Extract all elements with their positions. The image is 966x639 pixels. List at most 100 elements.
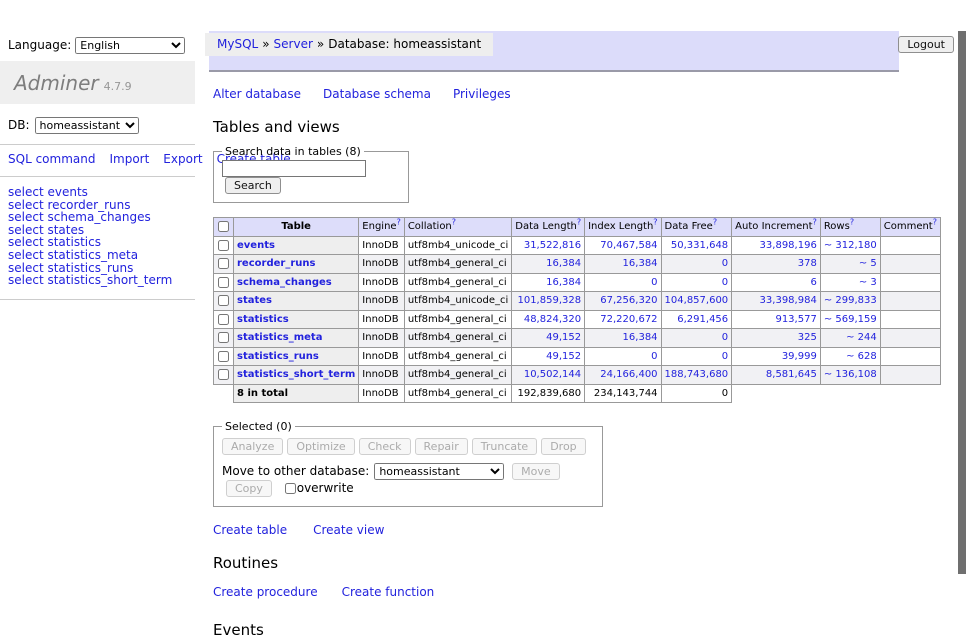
rows-count-link[interactable]: ~ 569,159 xyxy=(824,314,877,325)
table-name-link[interactable]: statistics xyxy=(237,314,289,325)
data-length-link[interactable]: 16,384 xyxy=(546,258,581,269)
column-help-link[interactable]: ? xyxy=(813,218,817,227)
table-name-link[interactable]: statistics_meta xyxy=(237,332,322,343)
routine-link[interactable]: Create function xyxy=(342,585,435,599)
index-length-link[interactable]: 67,256,320 xyxy=(600,295,657,306)
selected-action-button[interactable]: Truncate xyxy=(472,438,537,455)
table-name-link[interactable]: statistics_runs xyxy=(237,351,319,362)
database-nav-link[interactable]: Privileges xyxy=(453,87,511,101)
auto-increment-link[interactable]: 378 xyxy=(798,258,817,269)
breadcrumb-mysql-link[interactable]: MySQL xyxy=(217,37,258,51)
auto-increment-link[interactable]: 33,898,196 xyxy=(760,240,817,251)
logout-button[interactable]: Logout xyxy=(898,36,954,53)
rows-count-link[interactable]: ~ 3 xyxy=(859,277,877,288)
auto-increment-link[interactable]: 6 xyxy=(810,277,816,288)
column-help-link[interactable]: ? xyxy=(933,218,937,227)
column-help-link[interactable]: ? xyxy=(850,218,854,227)
move-db-select[interactable]: homeassistant xyxy=(374,463,504,480)
selected-action-button[interactable]: Optimize xyxy=(287,438,354,455)
sidebar-action-link[interactable]: Import xyxy=(109,152,149,166)
row-checkbox[interactable] xyxy=(218,258,229,269)
row-checkbox[interactable] xyxy=(218,277,229,288)
column-header: Auto Increment? xyxy=(732,218,821,237)
index-length-link[interactable]: 0 xyxy=(651,351,657,362)
database-nav-link[interactable]: Alter database xyxy=(213,87,301,101)
selected-action-button[interactable]: Repair xyxy=(415,438,468,455)
table-name-link[interactable]: recorder_runs xyxy=(237,258,315,269)
index-length-link[interactable]: 24,166,400 xyxy=(600,369,657,380)
sidebar-action-link[interactable]: SQL command xyxy=(8,152,95,166)
auto-increment-link[interactable]: 39,999 xyxy=(782,351,817,362)
sidebar-table-link[interactable]: select statistics_meta xyxy=(8,249,195,262)
language-select[interactable]: English xyxy=(75,37,185,54)
sidebar-table-link[interactable]: select events xyxy=(8,186,195,199)
data-free-link[interactable]: 50,331,648 xyxy=(671,240,728,251)
rows-count-link[interactable]: ~ 312,180 xyxy=(824,240,877,251)
row-checkbox[interactable] xyxy=(218,295,229,306)
move-button[interactable]: Move xyxy=(512,463,560,480)
index-length-link[interactable]: 70,467,584 xyxy=(600,240,657,251)
selected-action-button[interactable]: Analyze xyxy=(222,438,283,455)
create-link[interactable]: Create table xyxy=(213,523,287,537)
database-nav-link[interactable]: Database schema xyxy=(323,87,431,101)
auto-increment-link[interactable]: 913,577 xyxy=(775,314,816,325)
selected-action-button[interactable]: Check xyxy=(359,438,411,455)
index-length-link[interactable]: 0 xyxy=(651,277,657,288)
table-name-link[interactable]: events xyxy=(237,240,275,251)
sidebar-table-link[interactable]: select statistics_short_term xyxy=(8,274,195,287)
rows-count-link[interactable]: ~ 299,833 xyxy=(824,295,877,306)
data-free-link[interactable]: 0 xyxy=(722,351,728,362)
row-checkbox[interactable] xyxy=(218,314,229,325)
auto-increment-link[interactable]: 8,581,645 xyxy=(766,369,817,380)
overwrite-checkbox[interactable] xyxy=(285,483,296,494)
db-select[interactable]: homeassistant xyxy=(35,117,139,134)
data-free-link[interactable]: 104,857,600 xyxy=(665,295,729,306)
data-length-link[interactable]: 31,522,816 xyxy=(524,240,581,251)
search-input[interactable] xyxy=(222,160,366,177)
data-length-link[interactable]: 48,824,320 xyxy=(524,314,581,325)
data-length-link[interactable]: 10,502,144 xyxy=(524,369,581,380)
rows-count-link[interactable]: ~ 628 xyxy=(846,351,877,362)
data-length-link[interactable]: 49,152 xyxy=(546,351,581,362)
breadcrumb-server-link[interactable]: Server xyxy=(274,37,313,51)
collation-cell: utf8mb4_unicode_ci xyxy=(404,236,511,255)
row-checkbox[interactable] xyxy=(218,332,229,343)
rows-count-link[interactable]: ~ 244 xyxy=(846,332,877,343)
data-length-link[interactable]: 101,859,328 xyxy=(517,295,581,306)
auto-increment-link[interactable]: 33,398,984 xyxy=(760,295,817,306)
auto-increment-cell: 325 xyxy=(732,329,821,348)
data-free-link[interactable]: 0 xyxy=(722,258,728,269)
table-name-link[interactable]: states xyxy=(237,295,272,306)
selected-action-button[interactable]: Drop xyxy=(541,438,585,455)
rows-count-link[interactable]: ~ 136,108 xyxy=(824,369,877,380)
row-checkbox[interactable] xyxy=(218,351,229,362)
auto-increment-link[interactable]: 325 xyxy=(798,332,817,343)
search-button[interactable]: Search xyxy=(225,177,281,194)
vertical-scrollbar[interactable] xyxy=(958,31,966,574)
table-name-link[interactable]: schema_changes xyxy=(237,277,332,288)
data-free-link[interactable]: 0 xyxy=(722,332,728,343)
create-link[interactable]: Create view xyxy=(313,523,384,537)
data-length-link[interactable]: 49,152 xyxy=(546,332,581,343)
column-help-link[interactable]: ? xyxy=(397,218,401,227)
row-checkbox[interactable] xyxy=(218,369,229,380)
column-help-link[interactable]: ? xyxy=(452,218,456,227)
copy-button[interactable]: Copy xyxy=(226,480,272,497)
sidebar-table-link[interactable]: select schema_changes xyxy=(8,211,195,224)
data-free-link[interactable]: 6,291,456 xyxy=(677,314,728,325)
data-free-link[interactable]: 0 xyxy=(722,277,728,288)
table-name-link[interactable]: statistics_short_term xyxy=(237,369,355,380)
index-length-link[interactable]: 16,384 xyxy=(623,332,658,343)
data-length-link[interactable]: 16,384 xyxy=(546,277,581,288)
index-length-link[interactable]: 72,220,672 xyxy=(600,314,657,325)
column-help-link[interactable]: ? xyxy=(577,218,581,227)
data-free-link[interactable]: 188,743,680 xyxy=(665,369,729,380)
routine-link[interactable]: Create procedure xyxy=(213,585,318,599)
select-all-checkbox[interactable] xyxy=(218,221,229,232)
column-help-link[interactable]: ? xyxy=(653,218,657,227)
column-help-link[interactable]: ? xyxy=(713,218,717,227)
row-checkbox[interactable] xyxy=(218,240,229,251)
index-length-link[interactable]: 16,384 xyxy=(623,258,658,269)
rows-count-link[interactable]: ~ 5 xyxy=(859,258,877,269)
collation-cell: utf8mb4_general_ci xyxy=(404,347,511,366)
